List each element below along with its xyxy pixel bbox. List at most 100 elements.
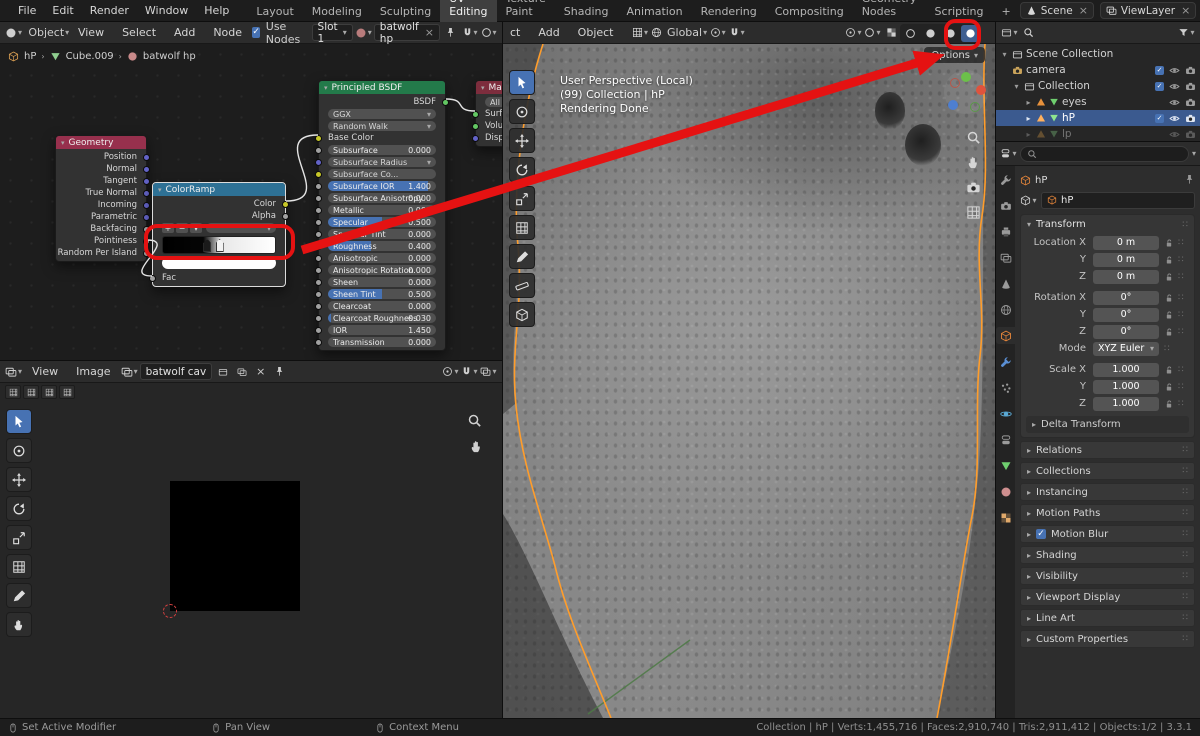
transform-tool[interactable] — [509, 215, 535, 240]
pin-icon[interactable] — [442, 24, 459, 41]
lock-icon[interactable] — [1164, 327, 1174, 337]
grab-tool[interactable] — [6, 612, 32, 637]
navigation-gizmo[interactable] — [944, 70, 988, 114]
annotate-tool[interactable] — [6, 583, 32, 608]
selectable-checkbox[interactable]: ✓ — [1155, 113, 1164, 123]
pan-hand-icon[interactable] — [966, 155, 981, 170]
node-slider-row[interactable]: Subsurface 0.000 — [315, 144, 445, 156]
node-slider-row[interactable]: Roughness 0.400 — [315, 240, 445, 252]
move-tool[interactable] — [509, 128, 535, 153]
remove-stop-button[interactable]: − — [176, 223, 188, 233]
uv-edge-select-button[interactable] — [23, 385, 39, 399]
socket-icon[interactable] — [143, 189, 150, 197]
outliner-row-collection[interactable]: ▾ Collection ✓ — [996, 78, 1200, 94]
geometry-node[interactable]: ▾ Geometry Position Normal Tangent True N… — [55, 135, 150, 262]
colorramp-node[interactable]: ▾ ColorRamp Color Alpha + − ▾ ▾ Fac — [149, 182, 289, 287]
tab-uv-editing[interactable]: UV Editing — [440, 0, 497, 22]
unlink-image-icon[interactable]: × — [252, 363, 269, 380]
rotation-x-field[interactable]: 0° — [1093, 290, 1159, 305]
proportional-edit-icon[interactable]: ▾ — [442, 363, 459, 380]
shader-menu-view[interactable]: View — [70, 22, 112, 44]
solid-shading-button[interactable] — [921, 25, 940, 42]
lock-icon[interactable] — [1164, 272, 1174, 282]
xray-toggle-icon[interactable] — [883, 24, 900, 41]
socket-icon[interactable] — [315, 302, 322, 310]
panel-relations[interactable]: ▸ Relations ∷ — [1020, 441, 1195, 459]
add-primitive-tool[interactable] — [509, 302, 535, 327]
snapping-magnet-icon[interactable]: ▾ — [461, 24, 478, 41]
location-x-field[interactable]: 0 m — [1093, 235, 1159, 250]
socket-icon[interactable] — [315, 206, 322, 214]
socket-icon[interactable] — [315, 266, 322, 274]
lock-icon[interactable] — [1164, 382, 1174, 392]
scene-selector[interactable]: Scene × — [1019, 2, 1094, 19]
node-socket-row[interactable]: Parametric — [56, 211, 150, 223]
editor-type-button[interactable]: ▾ — [1001, 24, 1018, 41]
socket-icon[interactable] — [143, 201, 150, 209]
cursor-tool[interactable] — [6, 438, 32, 463]
color-stop-white[interactable] — [215, 239, 224, 252]
principled-bsdf-node[interactable]: ▾ Principled BSDF BSDF GGX ▾ Random Walk ▾ … — [315, 80, 449, 351]
node-socket-row[interactable]: Normal — [56, 163, 150, 175]
outliner-row-hp[interactable]: ▸ hP ✓ — [996, 110, 1200, 126]
eye-icon[interactable] — [1169, 113, 1180, 124]
breadcrumb-object[interactable]: hP — [24, 51, 36, 62]
node-row[interactable]: All▾ — [476, 96, 502, 108]
tab-shading[interactable]: Shading — [555, 2, 618, 22]
fake-user-icon[interactable] — [214, 363, 231, 380]
menu-edit[interactable]: Edit — [44, 0, 81, 22]
socket-icon[interactable] — [315, 146, 322, 154]
socket-icon[interactable] — [472, 110, 479, 118]
socket-icon[interactable] — [472, 122, 479, 130]
lock-icon[interactable] — [1164, 310, 1174, 320]
socket-icon[interactable] — [315, 134, 322, 142]
cursor-2d-icon[interactable] — [163, 604, 177, 618]
pin-icon[interactable] — [271, 363, 288, 380]
shader-menu-select[interactable]: Select — [114, 22, 164, 44]
location-z-field[interactable]: 0 m — [1093, 269, 1159, 284]
uv-island-select-button[interactable] — [59, 385, 75, 399]
camera-render-icon[interactable] — [1185, 129, 1196, 140]
socket-icon[interactable] — [143, 213, 150, 221]
socket-icon[interactable] — [315, 242, 322, 250]
material-preview-button[interactable] — [941, 25, 960, 42]
object-breadcrumb-name[interactable]: hP — [1035, 175, 1047, 186]
viewport-menu-add[interactable]: Add — [530, 22, 567, 44]
panel-line-art[interactable]: ▸ Line Art ∷ — [1020, 609, 1195, 627]
principled-node-header[interactable]: ▾ Principled BSDF — [319, 81, 445, 94]
node-socket-row[interactable]: Alpha — [153, 210, 289, 222]
socket-icon[interactable] — [315, 218, 322, 226]
motion-blur-checkbox[interactable]: ✓ — [1036, 529, 1047, 539]
viewlayer-remove-icon[interactable]: × — [1179, 4, 1190, 17]
panel-motion-paths[interactable]: ▸ Motion Paths ∷ — [1020, 504, 1195, 522]
node-slider-row[interactable]: Anisotropic Rotation 0.000 — [315, 264, 445, 276]
selectable-checkbox[interactable]: ✓ — [1155, 65, 1164, 75]
colorramp-node-header[interactable]: ▾ ColorRamp — [153, 183, 285, 196]
scale-x-field[interactable]: 1.000 — [1093, 362, 1159, 377]
scale-z-field[interactable]: 1.000 — [1093, 396, 1159, 411]
tab-render[interactable] — [996, 197, 1015, 214]
socket-icon[interactable] — [143, 249, 150, 257]
material-browse-button[interactable]: ▾ — [355, 24, 372, 41]
object-name-field[interactable]: hP — [1041, 191, 1195, 209]
gizmo-z-axis[interactable] — [948, 100, 958, 110]
outliner-row-scene-collection[interactable]: ▾ Scene Collection — [996, 46, 1200, 62]
zoom-icon[interactable] — [467, 413, 482, 428]
lock-icon[interactable] — [1164, 399, 1174, 409]
socket-icon[interactable] — [315, 182, 322, 190]
material-output-node[interactable]: ▾Ma... All▾ Surface Volume Displ... — [472, 80, 502, 147]
node-socket-row[interactable]: True Normal — [56, 187, 150, 199]
options-dropdown[interactable]: Options ▾ — [924, 47, 985, 63]
socket-icon[interactable] — [149, 274, 156, 282]
socket-icon[interactable] — [282, 212, 289, 220]
pin-icon[interactable] — [1184, 174, 1195, 186]
viewport-menu-object[interactable]: Object — [570, 22, 622, 44]
panel-visibility[interactable]: ▸ Visibility ∷ — [1020, 567, 1195, 585]
node-socket-row[interactable]: Position — [56, 151, 150, 163]
tab-object[interactable] — [996, 327, 1015, 344]
node-slider-row[interactable]: Anisotropic 0.000 — [315, 252, 445, 264]
viewlayer-selector[interactable]: ViewLayer × — [1099, 2, 1197, 19]
image-browse-button[interactable]: ▾ — [121, 363, 138, 380]
tab-world[interactable] — [996, 301, 1015, 318]
properties-search-input[interactable] — [1020, 145, 1189, 162]
